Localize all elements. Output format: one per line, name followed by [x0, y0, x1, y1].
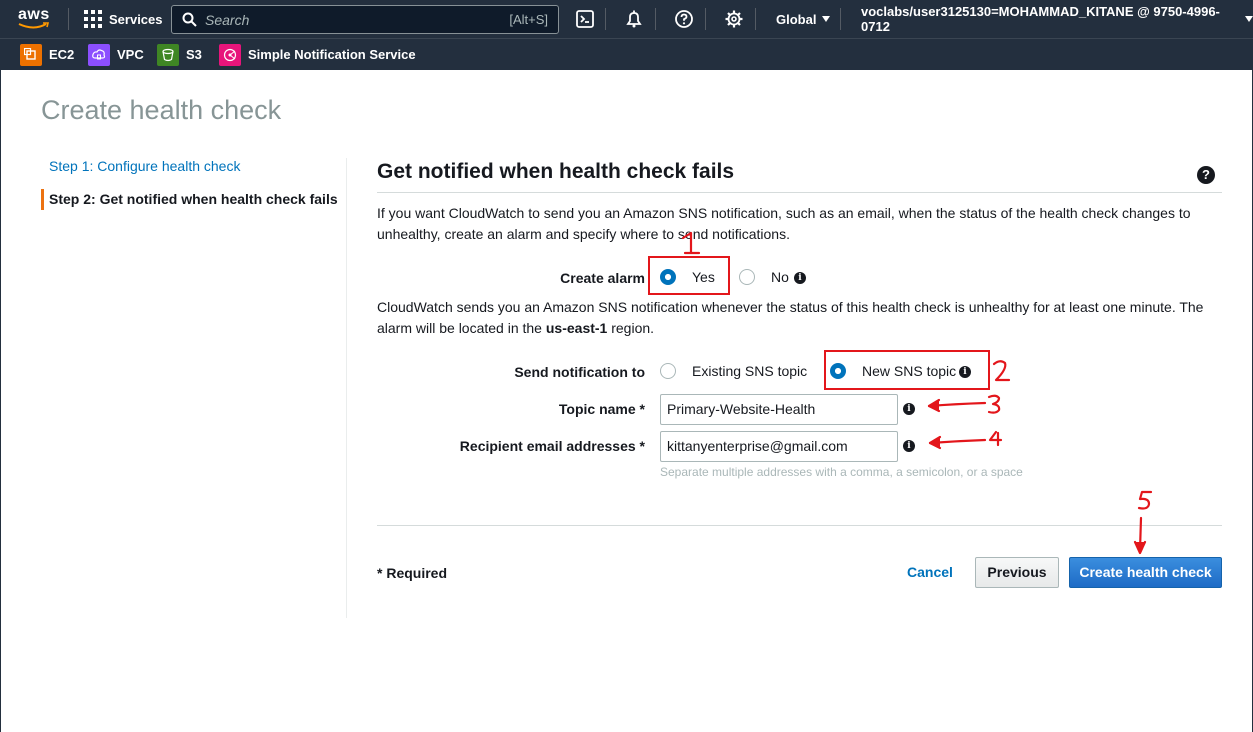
annotation-number-4 [988, 430, 1003, 447]
annotation-number-1 [681, 231, 701, 255]
annotation-number-2 [992, 360, 1011, 382]
annotation-arrowhead-4 [928, 435, 942, 450]
annotation-arrowhead-5 [1133, 540, 1147, 555]
annotation-number-5 [1137, 490, 1153, 510]
annotation-arrowhead-3 [927, 398, 941, 413]
annotation-number-3 [987, 394, 1001, 414]
annotation-overlay [681, 231, 1153, 555]
